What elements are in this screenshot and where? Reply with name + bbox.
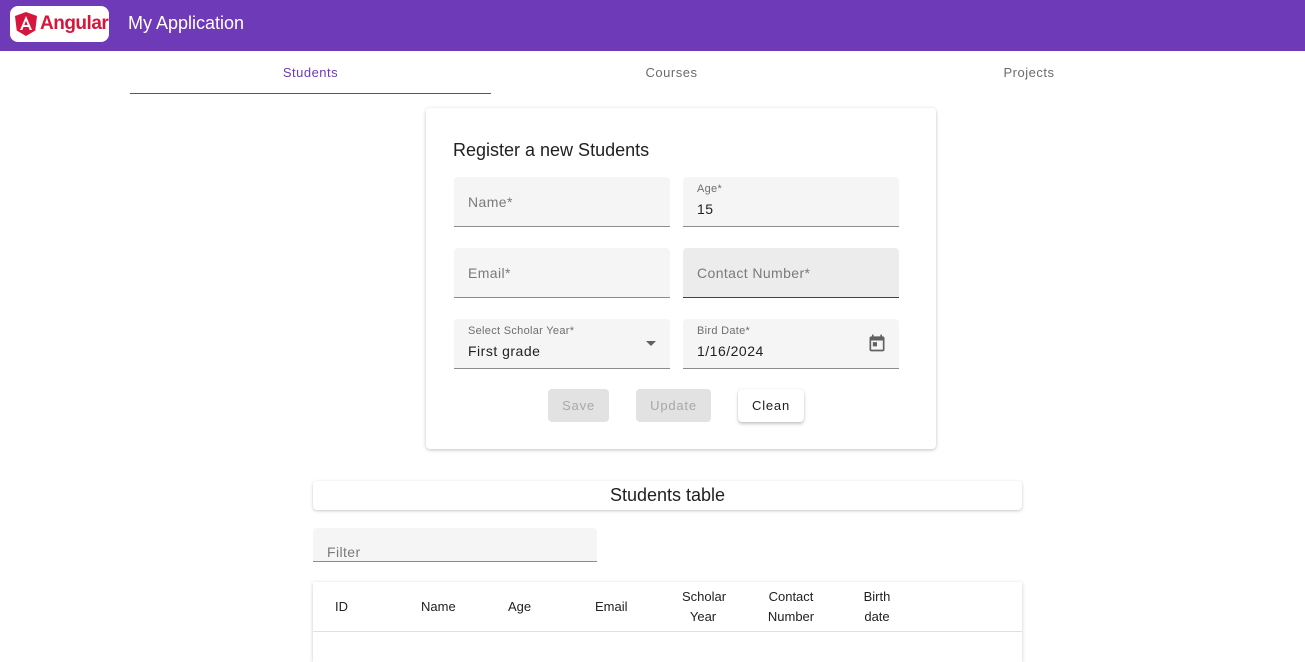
column-header-label: Contact [768,589,814,604]
birth-date-label: Bird Date* [697,325,751,337]
column-header-label: Age [508,599,532,614]
scholar-year-value: First grade [468,343,541,359]
students-table-title: Students table [313,481,1022,510]
scholar-year-label: Select Scholar Year* [468,325,575,337]
email-field[interactable]: Email* [454,248,670,298]
name-placeholder: Name* [468,194,513,210]
filter-input[interactable]: Filter [313,528,597,562]
register-student-card: Register a new Students Name* Age* 15 Em… [426,108,936,449]
column-header-email[interactable]: Email [595,597,628,617]
tab-students[interactable]: Students [130,51,491,94]
calendar-icon[interactable] [867,333,887,353]
form-title: Register a new Students [453,140,650,160]
tab-projects[interactable]: Projects [852,51,1206,94]
column-header-name[interactable]: Name [421,597,456,617]
column-header-contact-number[interactable]: Contact Number [766,587,816,627]
email-placeholder: Email* [468,265,511,281]
column-header-birth-date[interactable]: Birth date [862,587,892,627]
dropdown-arrow-icon[interactable] [646,341,656,346]
tab-bar: Students Courses Projects [130,51,1206,94]
name-field[interactable]: Name* [454,177,670,227]
update-button[interactable]: Update [636,389,711,422]
column-header-label: Name [421,599,456,614]
column-header-label: date [864,609,890,624]
filter-placeholder: Filter [327,544,361,560]
column-header-label: ID [335,599,348,614]
save-button[interactable]: Save [548,389,609,422]
column-header-label: Year [689,609,717,624]
app-toolbar: Angular My Application [0,0,1305,51]
app-title: My Application [128,13,245,33]
contact-number-field[interactable]: Contact Number* [683,248,899,298]
angular-logo[interactable]: Angular [10,6,109,42]
column-header-scholar-year[interactable]: Scholar Year [682,587,727,627]
contact-number-placeholder: Contact Number* [697,265,811,281]
age-value: 15 [697,201,714,217]
age-field[interactable]: Age* 15 [683,177,899,227]
scholar-year-select[interactable]: Select Scholar Year* First grade [454,319,670,369]
angular-shield-icon [15,12,37,36]
brand-name: Angular [40,13,109,34]
students-table: ID Name Age Email Scholar Year Contact N… [313,582,1022,662]
column-header-label: Number [767,609,815,624]
column-header-label: Birth [863,589,891,604]
column-header-label: Email [595,599,628,614]
column-header-age[interactable]: Age [508,597,531,617]
column-header-id[interactable]: ID [335,597,348,617]
column-header-label: Scholar [682,589,727,604]
table-header-row: ID Name Age Email Scholar Year Contact N… [313,582,1022,632]
birth-date-field[interactable]: Bird Date* 1/16/2024 [683,319,899,369]
birth-date-value: 1/16/2024 [697,343,764,359]
clean-button[interactable]: Clean [738,389,804,422]
age-label: Age* [697,183,723,195]
tab-courses[interactable]: Courses [491,51,852,94]
